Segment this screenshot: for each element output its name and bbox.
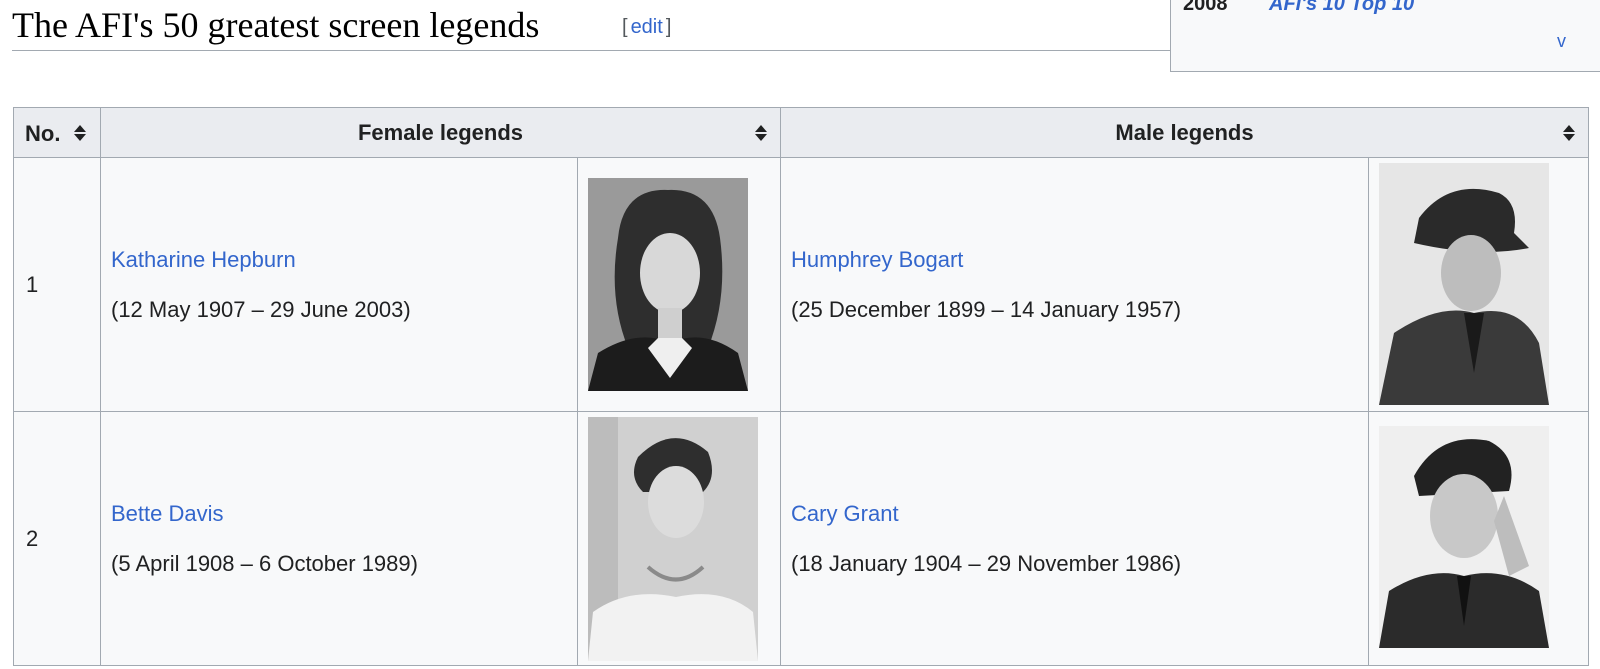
male-legend-name-link[interactable]: Humphrey Bogart bbox=[791, 247, 1368, 273]
male-legend-cell: Humphrey Bogart (25 December 1899 – 14 J… bbox=[780, 157, 1369, 412]
table-header-row: No. Female legends Male legends bbox=[13, 107, 1589, 158]
edit-bracket-open: [ bbox=[622, 16, 628, 38]
female-legend-photo-cell bbox=[577, 411, 781, 666]
edit-link[interactable]: edit bbox=[628, 16, 666, 38]
male-legend-photo-cell bbox=[1368, 411, 1589, 666]
sort-arrows-icon[interactable] bbox=[754, 123, 768, 143]
table-row: 2 Bette Davis (5 April 1908 – 6 October … bbox=[13, 411, 1589, 666]
sort-arrows-icon[interactable] bbox=[73, 123, 87, 143]
male-legend-dates: (18 January 1904 – 29 November 1986) bbox=[791, 550, 1182, 576]
table-row: 1 Katharine Hepburn (12 May 1907 – 29 Ju… bbox=[13, 157, 1589, 412]
legends-table: No. Female legends Male legends 1 Kathar… bbox=[13, 107, 1589, 666]
column-header-no[interactable]: No. bbox=[13, 107, 101, 158]
female-legend-dates: (5 April 1908 – 6 October 1989) bbox=[111, 550, 418, 576]
sidebar-link-afi-10-top-10[interactable]: AFI's 10 Top 10 bbox=[1269, 0, 1414, 16]
female-legend-cell: Katharine Hepburn (12 May 1907 – 29 June… bbox=[100, 157, 578, 412]
column-header-male-legends[interactable]: Male legends bbox=[780, 107, 1589, 158]
column-header-no-label: No. bbox=[25, 121, 61, 146]
female-legend-dates: (12 May 1907 – 29 June 2003) bbox=[111, 296, 411, 322]
male-legend-photo-cell bbox=[1368, 157, 1589, 412]
male-legend-portrait-photo[interactable] bbox=[1379, 163, 1549, 405]
column-header-female-legends[interactable]: Female legends bbox=[100, 107, 781, 158]
section-title: The AFI's 50 greatest screen legends bbox=[12, 5, 540, 45]
edit-bracket-close: ] bbox=[665, 16, 672, 38]
female-legend-portrait-photo[interactable] bbox=[588, 417, 758, 661]
column-header-female-label: Female legends bbox=[357, 119, 524, 145]
row-number: 1 bbox=[13, 157, 101, 412]
female-legend-name-link[interactable]: Bette Davis bbox=[111, 501, 577, 527]
sort-arrows-icon[interactable] bbox=[1562, 123, 1576, 143]
female-legend-photo-cell bbox=[577, 157, 781, 412]
section-heading: The AFI's 50 greatest screen legends [ed… bbox=[12, 0, 1172, 51]
edit-section: [edit] bbox=[622, 16, 671, 39]
male-legend-dates: (25 December 1899 – 14 January 1957) bbox=[791, 296, 1182, 322]
row-number: 2 bbox=[13, 411, 101, 666]
sidebar-navbox: 2008 AFI's 10 Top 10 v bbox=[1170, 0, 1600, 72]
female-legend-cell: Bette Davis (5 April 1908 – 6 October 19… bbox=[100, 411, 578, 666]
sidebar-year: 2008 bbox=[1183, 0, 1228, 15]
column-header-male-label: Male legends bbox=[1115, 119, 1254, 145]
female-legend-name-link[interactable]: Katharine Hepburn bbox=[111, 247, 577, 273]
male-legend-name-link[interactable]: Cary Grant bbox=[791, 501, 1368, 527]
navbox-view-link[interactable]: v bbox=[1557, 31, 1566, 52]
male-legend-portrait-photo[interactable] bbox=[1379, 426, 1549, 648]
male-legend-cell: Cary Grant (18 January 1904 – 29 Novembe… bbox=[780, 411, 1369, 666]
female-legend-portrait-photo[interactable] bbox=[588, 178, 748, 391]
